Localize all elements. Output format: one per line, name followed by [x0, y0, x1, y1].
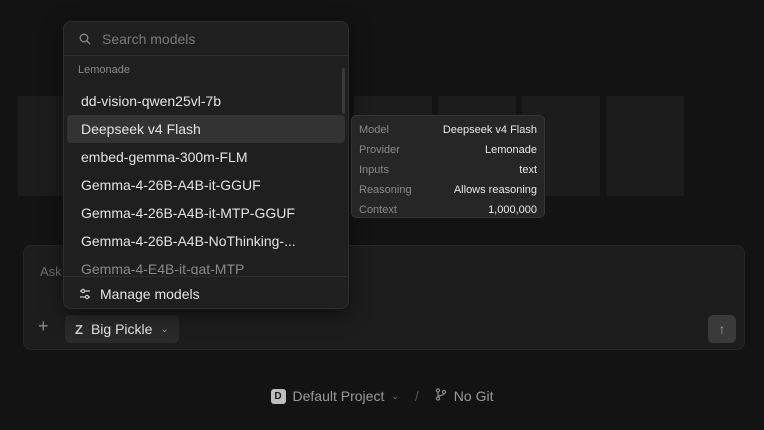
- tooltip-value: Allows reasoning: [453, 184, 537, 196]
- model-list-item[interactable]: Gemma-4-E4B-it-qat-MTP: [67, 255, 345, 275]
- prompt-placeholder[interactable]: Ask: [40, 264, 62, 279]
- manage-models-button[interactable]: Manage models: [64, 276, 348, 308]
- provider-group-label: Lemonade: [78, 64, 130, 76]
- tooltip-value: Deepseek v4 Flash: [442, 124, 537, 136]
- tooltip-key: Inputs: [359, 164, 389, 176]
- tooltip-key: Model: [359, 124, 389, 136]
- project-badge: D: [270, 388, 286, 404]
- model-list-item[interactable]: Gemma-4-26B-A4B-it-GGUF: [67, 171, 345, 199]
- tooltip-row-context: Context 1,000,000: [359, 200, 537, 220]
- model-list-item[interactable]: Gemma-4-26B-A4B-NoThinking-...: [67, 227, 345, 255]
- model-list: dd-vision-qwen25vl-7b Deepseek v4 Flash …: [64, 87, 348, 275]
- model-list-item[interactable]: embed-gemma-300m-FLM: [67, 143, 345, 171]
- chevron-down-icon: ⌄: [160, 323, 169, 335]
- tooltip-row-reasoning: Reasoning Allows reasoning: [359, 180, 537, 200]
- sliders-icon: [80, 288, 90, 299]
- search-icon: [79, 33, 91, 44]
- model-dropdown: Lemonade dd-vision-qwen25vl-7b Deepseek …: [63, 21, 349, 309]
- tooltip-key: Context: [359, 204, 397, 216]
- manage-models-label: Manage models: [100, 285, 200, 302]
- model-info-tooltip: Model Deepseek v4 Flash Provider Lemonad…: [351, 115, 545, 218]
- model-list-item[interactable]: dd-vision-qwen25vl-7b: [67, 87, 345, 115]
- add-attachment-button[interactable]: +: [38, 317, 49, 335]
- footer-separator: /: [414, 388, 419, 404]
- tooltip-value: Lemonade: [485, 144, 537, 156]
- tooltip-key: Provider: [359, 144, 400, 156]
- model-selector-button[interactable]: Z Big Pickle ⌄: [65, 315, 179, 343]
- git-status[interactable]: No Git: [435, 388, 494, 404]
- project-label: Default Project: [292, 388, 385, 404]
- footer-bar: D Default Project ⌄ / No Git: [0, 386, 764, 406]
- send-button[interactable]: ↑: [708, 315, 736, 343]
- tooltip-row-model: Model Deepseek v4 Flash: [359, 120, 537, 140]
- model-search: [64, 22, 348, 56]
- tooltip-key: Reasoning: [359, 184, 412, 196]
- git-label: No Git: [453, 388, 494, 404]
- model-selector-label: Big Pickle: [90, 321, 153, 337]
- git-branch-icon: [435, 388, 447, 404]
- arrow-up-icon: ↑: [718, 321, 726, 337]
- chevron-down-icon: ⌄: [391, 390, 399, 401]
- model-list-item-highlighted[interactable]: Deepseek v4 Flash: [67, 115, 345, 143]
- model-list-item[interactable]: Gemma-4-26B-A4B-it-MTP-GGUF: [67, 199, 345, 227]
- tooltip-value: text: [519, 164, 537, 176]
- search-input[interactable]: [100, 29, 334, 48]
- project-selector[interactable]: D Default Project ⌄: [270, 388, 399, 404]
- tooltip-value: 1,000,000: [488, 204, 537, 216]
- tooltip-row-provider: Provider Lemonade: [359, 140, 537, 160]
- model-provider-icon: Z: [75, 321, 83, 337]
- tooltip-row-inputs: Inputs text: [359, 160, 537, 180]
